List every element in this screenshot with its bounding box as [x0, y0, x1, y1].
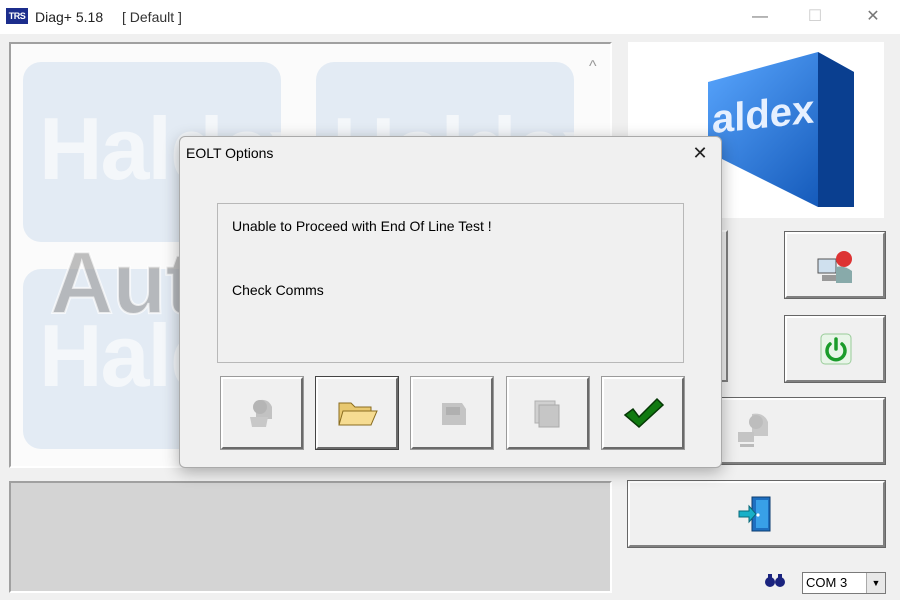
port-search-icon[interactable]: [762, 572, 788, 592]
power-button[interactable]: [784, 315, 886, 383]
folder-icon: [338, 402, 378, 426]
diagnostic-person-icon: [817, 251, 852, 283]
exit-button[interactable]: [627, 480, 886, 548]
minimize-button[interactable]: —: [735, 0, 785, 34]
dialog-title: EOLT Options: [186, 145, 274, 161]
ecu-head-button[interactable]: [220, 376, 304, 450]
diagnostics-button[interactable]: [784, 231, 886, 299]
stacked-pages-icon: [534, 400, 560, 428]
message-hint: Check Comms: [232, 282, 324, 298]
ecu-head-icon: [250, 399, 272, 427]
ok-button[interactable]: [601, 376, 685, 450]
scroll-up-icon[interactable]: ^: [589, 58, 597, 76]
checkmark-icon: [623, 397, 665, 429]
power-icon: [820, 333, 852, 365]
ecu-module-icon: [442, 403, 466, 425]
profile-label: [ Default ]: [122, 9, 182, 25]
close-window-button[interactable]: ✕: [848, 0, 898, 34]
eolt-options-dialog: EOLT Options ✕ Unable to Proceed with En…: [179, 136, 722, 468]
ecu-module-button[interactable]: [410, 376, 494, 450]
window-title: Diag+ 5.18: [35, 9, 104, 25]
title-bar: TRS Diag+ 5.18 [ Default ] — ☐ ✕: [0, 0, 900, 34]
maximize-button[interactable]: ☐: [790, 0, 840, 34]
app-logo: TRS: [6, 8, 28, 24]
status-panel: [9, 481, 612, 593]
chevron-down-icon[interactable]: ▼: [866, 573, 885, 593]
pages-button[interactable]: [506, 376, 590, 450]
message-box: Unable to Proceed with End Of Line Test …: [217, 203, 684, 363]
com-port-value: COM 3: [806, 575, 848, 590]
com-port-select[interactable]: COM 3 ▼: [802, 572, 886, 594]
message-error: Unable to Proceed with End Of Line Test …: [232, 218, 492, 234]
dialog-close-button[interactable]: ✕: [685, 139, 715, 167]
open-folder-button[interactable]: [315, 376, 399, 450]
exit-door-icon: [738, 496, 771, 532]
ecu-connect-icon: [738, 413, 768, 447]
